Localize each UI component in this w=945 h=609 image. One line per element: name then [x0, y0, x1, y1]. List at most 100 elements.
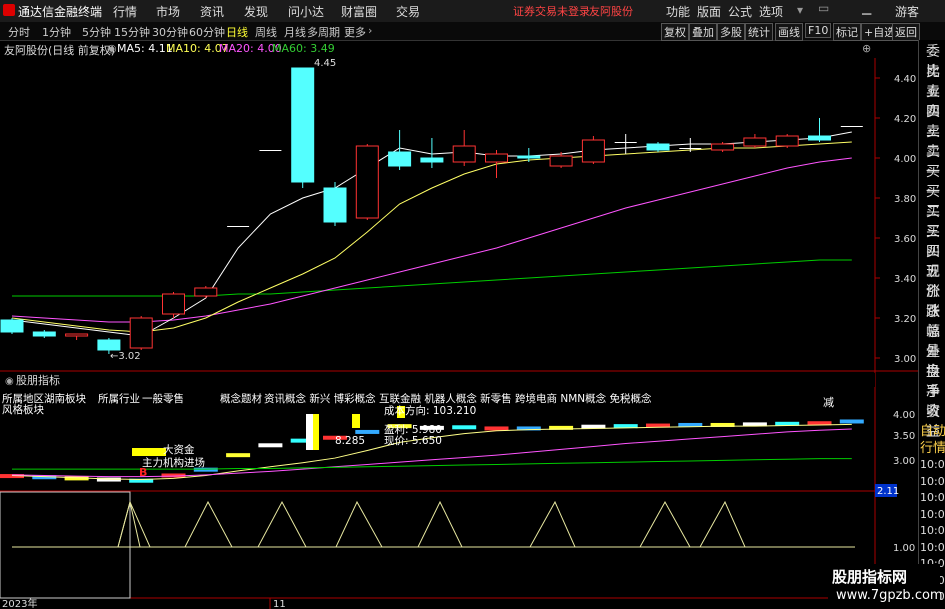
candle[interactable] [227, 226, 250, 227]
candle-body [388, 151, 412, 167]
candle[interactable] [291, 67, 315, 188]
candle[interactable] [162, 292, 185, 318]
rights-button[interactable]: 复权 [661, 23, 689, 41]
menu-wealth[interactable]: 财富圈 [341, 3, 377, 20]
f10-button[interactable]: F10 [805, 23, 832, 38]
region-value: 湖南板块 [44, 392, 86, 405]
concepts-label: 概念题材 [220, 392, 262, 405]
indicator-color-bar [452, 425, 477, 430]
candle-body [679, 148, 702, 149]
period-tab-1min[interactable]: 1分钟 [42, 24, 71, 40]
minimize-icon[interactable]: ▁ [862, 1, 871, 15]
candle-body [291, 67, 315, 183]
side-panel-mode[interactable]: 行情 [920, 441, 945, 457]
mark-button[interactable]: 标记 [833, 23, 861, 41]
menu-news[interactable]: 资讯 [200, 3, 224, 20]
candle[interactable] [485, 150, 508, 178]
price-tick-label: 3.40 [894, 274, 916, 285]
candle-body [775, 135, 799, 147]
candle-body [581, 139, 605, 163]
overlay-button[interactable]: 叠加 [689, 23, 717, 41]
menu-discover[interactable]: 发现 [244, 3, 268, 20]
side-panel-mode[interactable]: 自动 [920, 424, 945, 440]
price-tick-label: 4.00 [894, 154, 916, 165]
period-tab-30min[interactable]: 30分钟 [152, 24, 188, 40]
ma20-line [11, 157, 852, 323]
indicator-title: 股朋指标 [16, 373, 60, 387]
period-tab-5min[interactable]: 5分钟 [82, 24, 111, 40]
signal-bar-white [306, 414, 314, 450]
high-annotation: 4.45 [314, 58, 336, 69]
candle[interactable] [355, 144, 379, 220]
indicator-header-bg [0, 373, 875, 387]
candle-body [840, 126, 863, 127]
style-label: 风格板块 [2, 403, 44, 416]
price-tick-label: 3.20 [894, 314, 916, 325]
candle[interactable] [711, 142, 735, 152]
date-label-year: 2023年 [2, 597, 37, 609]
menu-markets[interactable]: 市场 [156, 3, 180, 20]
candle[interactable] [743, 134, 767, 148]
candle[interactable] [581, 136, 605, 164]
app-logo-icon [3, 4, 15, 16]
window-button-icon[interactable]: ▭ [818, 1, 829, 15]
candle[interactable] [323, 182, 347, 226]
candle[interactable] [65, 333, 89, 340]
ma10-line [11, 141, 852, 333]
period-tab-daily[interactable]: 日线 [226, 24, 248, 40]
candle[interactable] [129, 316, 153, 350]
selection-box[interactable] [0, 491, 131, 599]
period-toolbar: 分时 1分钟 5分钟 15分钟 30分钟 60分钟 日线 周线 月线 多周期 更… [0, 22, 945, 41]
candle[interactable] [388, 130, 412, 170]
candle[interactable] [646, 142, 670, 152]
candle[interactable] [259, 150, 282, 151]
candle-body [517, 155, 541, 159]
buy-signal-letter: B [139, 466, 147, 479]
indicator-toggle-icon[interactable]: ◉ [5, 376, 14, 387]
menu-market[interactable]: 行情 [113, 3, 137, 20]
candle[interactable] [32, 330, 56, 338]
period-tab-monthly[interactable]: 月线 [284, 24, 306, 40]
menu-trade[interactable]: 交易 [396, 3, 420, 20]
multistock-button[interactable]: 多股 [717, 23, 745, 41]
user-label[interactable]: 游客 [895, 3, 919, 20]
side-panel-time: 10:03 [920, 507, 945, 521]
candle-body [452, 145, 476, 163]
drawline-button[interactable]: 画线 [775, 23, 803, 41]
indicator-color-bar [226, 453, 251, 458]
menu-function[interactable]: 功能 [666, 3, 690, 20]
price-tick-label: 3.80 [894, 194, 916, 205]
period-tab-more[interactable]: 更多 [344, 24, 366, 40]
menu-layout[interactable]: 版面 [697, 3, 721, 20]
candle[interactable] [808, 118, 831, 142]
login-warning[interactable]: 证券交易未登录 [513, 3, 590, 19]
back-button[interactable]: 返回 [892, 23, 920, 41]
candle-body [646, 143, 670, 151]
candle-body [227, 226, 250, 227]
period-tab-weekly[interactable]: 周线 [255, 24, 277, 40]
candle-body [0, 319, 24, 333]
menu-dropdown-icon[interactable]: ▾ [797, 3, 803, 17]
candle-body [65, 333, 89, 337]
candle[interactable] [775, 134, 799, 148]
chart-canvas[interactable]: 4.40 4.20 4.00 3.80 3.60 3.40 3.20 3.00 4.45 ←3… [0, 40, 918, 609]
period-tab-multi[interactable]: 多周期 [307, 24, 340, 40]
candle[interactable] [194, 286, 218, 298]
zigzag-part [117, 501, 141, 548]
candle-body [323, 187, 347, 223]
candle[interactable] [614, 134, 637, 154]
candle[interactable] [840, 126, 863, 127]
period-tab-timeshare[interactable]: 分时 [8, 24, 30, 40]
industry-value: 一般零售 [142, 392, 184, 405]
period-tab-15min[interactable]: 15分钟 [114, 24, 150, 40]
menu-ask[interactable]: 问小达 [288, 3, 324, 20]
candle[interactable] [452, 130, 476, 166]
menu-formula[interactable]: 公式 [728, 3, 752, 20]
menu-options[interactable]: 选项 [759, 3, 783, 20]
candle[interactable] [0, 318, 24, 334]
candle-body [743, 137, 767, 147]
stats-button[interactable]: 统计 [745, 23, 773, 41]
period-tab-60min[interactable]: 60分钟 [189, 24, 225, 40]
more-chevron-icon[interactable]: › [368, 24, 372, 37]
indicator-color-bar [355, 429, 380, 434]
